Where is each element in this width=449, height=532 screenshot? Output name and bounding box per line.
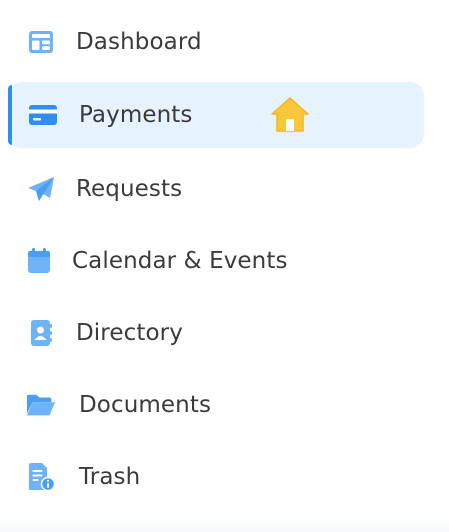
document-info-icon bbox=[26, 462, 56, 492]
sidebar-nav: Dashboard Payments Requests Calendar & E… bbox=[0, 0, 449, 532]
credit-card-icon bbox=[28, 100, 58, 130]
paper-plane-icon bbox=[26, 174, 56, 204]
sidebar-item-documents[interactable]: Documents bbox=[8, 372, 424, 438]
sidebar-item-requests[interactable]: Requests bbox=[8, 156, 424, 222]
dashboard-icon bbox=[26, 27, 56, 57]
folder-open-icon bbox=[26, 390, 56, 420]
sidebar-item-label: Payments bbox=[79, 102, 193, 128]
sidebar-item-payments[interactable]: Payments bbox=[8, 82, 424, 148]
sidebar-item-label: Directory bbox=[76, 320, 183, 346]
sidebar-item-label: Requests bbox=[76, 176, 183, 202]
sidebar-item-label: Documents bbox=[79, 392, 212, 418]
active-indicator bbox=[8, 85, 12, 145]
sidebar-item-label: Trash bbox=[79, 464, 141, 490]
sidebar-item-calendar-events[interactable]: Calendar & Events bbox=[8, 228, 424, 294]
sidebar-item-label: Dashboard bbox=[76, 29, 202, 55]
sidebar-item-trash[interactable]: Trash bbox=[8, 444, 424, 510]
sidebar-item-dashboard[interactable]: Dashboard bbox=[8, 9, 424, 75]
bottom-divider bbox=[0, 518, 449, 532]
contact-book-icon bbox=[26, 318, 56, 348]
home-icon bbox=[270, 95, 310, 135]
sidebar-item-directory[interactable]: Directory bbox=[8, 300, 424, 366]
sidebar-item-label: Calendar & Events bbox=[72, 248, 288, 274]
calendar-icon bbox=[24, 246, 54, 276]
